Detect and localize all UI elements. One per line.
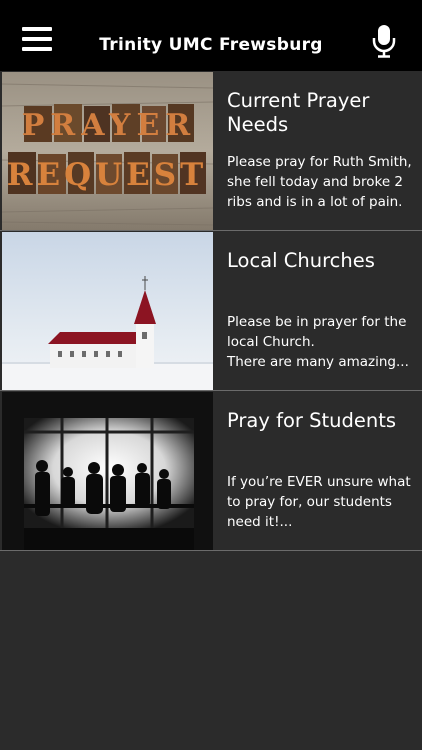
microphone-icon xyxy=(372,25,396,58)
feed-item-title: Current Prayer Needs xyxy=(227,89,417,137)
feed-item-description-line: local Church. xyxy=(227,334,315,350)
microphone-button[interactable] xyxy=(371,24,397,58)
feed-item-description: If you’re EVER unsure what to pray for, … xyxy=(227,472,417,532)
feed-item-description-line: Please be in prayer for the xyxy=(227,314,407,330)
feed-item-pray-for-students[interactable]: Pray for Students If you’re EVER unsure … xyxy=(0,391,422,551)
prayer-feed: PRAYER REQUEST Current Prayer Needs Plea… xyxy=(0,71,422,551)
feed-item-description-line: to pray for, our students xyxy=(227,494,392,510)
prayer-request-image: PRAYER REQUEST xyxy=(2,72,213,230)
feed-item-description: Please be in prayer for the local Church… xyxy=(227,312,417,372)
church-image xyxy=(2,232,213,390)
students-image xyxy=(2,392,213,550)
feed-item-description-line: Please pray for Ruth Smith, xyxy=(227,154,412,170)
feed-item-title: Pray for Students xyxy=(227,409,397,432)
feed-item-description-line: If you’re EVER unsure what xyxy=(227,474,411,490)
prayer-request-image-text-top: PRAYER xyxy=(22,108,197,143)
feed-item-title-line: Needs xyxy=(227,113,289,136)
app-title: Trinity UMC Frewsburg xyxy=(99,35,323,55)
feed-item-title-line: Current Prayer xyxy=(227,89,370,112)
feed-item-description: Please pray for Ruth Smith, she fell tod… xyxy=(227,152,417,212)
app-header: Trinity UMC Frewsburg xyxy=(0,0,422,71)
feed-item-local-churches[interactable]: Local Churches Please be in prayer for t… xyxy=(0,231,422,391)
feed-item-description-line: ribs and is in a lot of pain. xyxy=(227,194,403,210)
feed-item-current-prayer-needs[interactable]: PRAYER REQUEST Current Prayer Needs Plea… xyxy=(0,71,422,231)
feed-item-description-line: she fell today and broke 2 xyxy=(227,174,404,190)
feed-item-title: Local Churches xyxy=(227,249,375,272)
hamburger-menu-icon xyxy=(22,27,52,31)
prayer-request-image-text-bottom: REQUEST xyxy=(7,157,208,193)
feed-item-description-line: need it!... xyxy=(227,514,293,530)
feed-item-description-line: There are many amazing... xyxy=(227,354,409,370)
